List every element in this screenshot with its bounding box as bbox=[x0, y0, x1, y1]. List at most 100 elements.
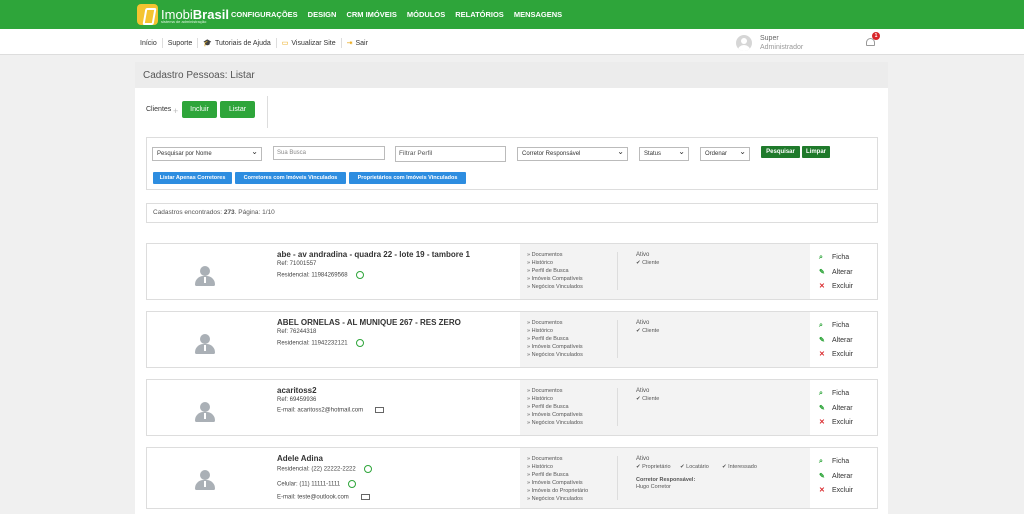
notification-badge: 1 bbox=[872, 32, 880, 40]
tag-cliente: Cliente bbox=[636, 260, 659, 266]
link-historico[interactable]: Histórico bbox=[527, 396, 553, 402]
link-inicio[interactable]: Início bbox=[140, 40, 157, 47]
excluir-button[interactable]: ✕ Excluir bbox=[819, 486, 853, 494]
link-historico[interactable]: Histórico bbox=[527, 260, 553, 266]
person-card: Adele Adina Residencial: (22) 22222-2222… bbox=[146, 447, 878, 509]
link-imoveis-compativeis[interactable]: Imóveis Compatíveis bbox=[527, 480, 583, 486]
status-select[interactable]: Status bbox=[639, 147, 689, 161]
pesquisar-button[interactable]: Pesquisar bbox=[761, 146, 800, 158]
link-documentos[interactable]: Documentos bbox=[527, 388, 563, 394]
link-documentos[interactable]: Documentos bbox=[527, 456, 563, 462]
whatsapp-icon[interactable] bbox=[348, 480, 357, 488]
person-links: Documentos Histórico Perfil de Busca Imó… bbox=[520, 244, 810, 299]
menu-design[interactable]: DESIGN bbox=[308, 10, 337, 19]
incluir-button[interactable]: Incluir bbox=[182, 101, 217, 118]
filter-owners-with-properties-button[interactable]: Proprietários com Imóveis Vinculados bbox=[349, 172, 466, 184]
filter-brokers-button[interactable]: Listar Apenas Corretores bbox=[153, 172, 232, 184]
menu-mensagens[interactable]: MENSAGENS bbox=[514, 10, 562, 19]
link-perfil-busca[interactable]: Perfil de Busca bbox=[527, 472, 569, 478]
mail-icon[interactable] bbox=[375, 407, 385, 413]
link-perfil-busca[interactable]: Perfil de Busca bbox=[527, 336, 569, 342]
menu-crm-imoveis[interactable]: CRM IMÓVEIS bbox=[346, 10, 396, 19]
alterar-button[interactable]: ✎ Alterar bbox=[819, 336, 853, 344]
link-imoveis-compativeis[interactable]: Imóveis Compatíveis bbox=[527, 344, 583, 350]
link-imoveis-proprietario[interactable]: Imóveis do Proprietário bbox=[527, 488, 589, 494]
person-phone: Residencial: (22) 22222-2222 bbox=[277, 465, 372, 473]
menu-relatorios[interactable]: RELATÓRIOS bbox=[455, 10, 504, 19]
link-imoveis-compativeis[interactable]: Imóveis Compatíveis bbox=[527, 412, 583, 418]
tag-cliente: Cliente bbox=[636, 396, 659, 402]
whatsapp-icon[interactable] bbox=[355, 339, 364, 347]
person-avatar-icon bbox=[195, 266, 215, 286]
secondary-navbar: Início Suporte 🎓 Tutoriais de Ajuda ▭ Visu… bbox=[0, 29, 1024, 55]
link-negocios-vinculados[interactable]: Negócios Vinculados bbox=[527, 420, 583, 426]
secondary-menu: Início Suporte 🎓 Tutoriais de Ajuda ▭ Visu… bbox=[140, 38, 368, 48]
tag-proprietario: Proprietário bbox=[636, 464, 670, 470]
order-select[interactable]: Ordenar bbox=[700, 147, 750, 161]
divider bbox=[197, 38, 199, 48]
excluir-label: Excluir bbox=[832, 351, 854, 358]
main-menu: CONFIGURAÇÕES DESIGN CRM IMÓVEIS MÓDULOS… bbox=[231, 10, 562, 19]
divider bbox=[617, 388, 618, 426]
excluir-button[interactable]: ✕ Excluir bbox=[819, 282, 853, 290]
brand-logo[interactable]: ImobiBrasil sistema de administração bbox=[137, 4, 229, 25]
link-sair-label: Sair bbox=[355, 39, 368, 47]
alterar-label: Alterar bbox=[832, 337, 853, 344]
alterar-button[interactable]: ✎ Alterar bbox=[819, 404, 853, 412]
broker-select[interactable]: Corretor Responsável bbox=[517, 147, 628, 161]
filter-brokers-with-properties-button[interactable]: Corretores com Imóveis Vinculados bbox=[235, 172, 346, 184]
link-negocios-vinculados[interactable]: Negócios Vinculados bbox=[527, 496, 583, 502]
results-prefix: Cadastros encontrados: bbox=[153, 209, 223, 216]
person-name[interactable]: ABEL ORNELAS - AL MUNIQUE 267 - RES ZERO bbox=[277, 318, 461, 327]
user-name: Super bbox=[760, 35, 779, 42]
close-icon: ✕ bbox=[819, 487, 825, 494]
menu-modulos[interactable]: MÓDULOS bbox=[407, 10, 445, 19]
search-icon: ⌕ bbox=[819, 254, 823, 261]
edit-icon: ✎ bbox=[819, 473, 825, 480]
ficha-button[interactable]: ⌕ Ficha bbox=[819, 322, 849, 330]
tag-locatario: Locatário bbox=[680, 464, 709, 470]
link-perfil-busca[interactable]: Perfil de Busca bbox=[527, 404, 569, 410]
divider bbox=[617, 320, 618, 358]
mail-icon[interactable] bbox=[360, 494, 370, 500]
whatsapp-icon[interactable] bbox=[363, 465, 372, 473]
person-links: Documentos Histórico Perfil de Busca Imó… bbox=[520, 380, 810, 435]
link-negocios-vinculados[interactable]: Negócios Vinculados bbox=[527, 284, 583, 290]
user-menu[interactable]: Super Administrador bbox=[736, 34, 803, 52]
listar-button[interactable]: Listar bbox=[220, 101, 255, 118]
link-sair[interactable]: ⇥ Sair bbox=[347, 39, 368, 48]
plus-icon: + bbox=[173, 106, 179, 116]
ficha-label: Ficha bbox=[832, 390, 850, 397]
ficha-button[interactable]: ⌕ Ficha bbox=[819, 458, 849, 466]
profile-filter-input[interactable]: Filtrar Perfil bbox=[395, 146, 506, 162]
search-input[interactable]: Sua Busca bbox=[273, 146, 385, 160]
ficha-label: Ficha bbox=[832, 322, 850, 329]
link-documentos[interactable]: Documentos bbox=[527, 252, 563, 258]
person-name[interactable]: acaritoss2 bbox=[277, 386, 317, 395]
link-negocios-vinculados[interactable]: Negócios Vinculados bbox=[527, 352, 583, 358]
link-visualizar-site[interactable]: ▭ Visualizar Site bbox=[282, 39, 336, 48]
menu-configuracoes[interactable]: CONFIGURAÇÕES bbox=[231, 10, 298, 19]
limpar-button[interactable]: Limpar bbox=[802, 146, 830, 158]
alterar-button[interactable]: ✎ Alterar bbox=[819, 472, 853, 480]
link-historico[interactable]: Histórico bbox=[527, 328, 553, 334]
person-name[interactable]: Adele Adina bbox=[277, 454, 323, 463]
avatar bbox=[736, 35, 752, 51]
link-perfil-busca[interactable]: Perfil de Busca bbox=[527, 268, 569, 274]
link-tutoriais-label: Tutoriais de Ajuda bbox=[214, 39, 271, 47]
search-by-select[interactable]: Pesquisar por Nome bbox=[152, 147, 262, 161]
whatsapp-icon[interactable] bbox=[355, 271, 364, 279]
link-imoveis-compativeis[interactable]: Imóveis Compatíveis bbox=[527, 276, 583, 282]
link-tutoriais[interactable]: 🎓 Tutoriais de Ajuda bbox=[203, 39, 271, 48]
excluir-button[interactable]: ✕ Excluir bbox=[819, 350, 853, 358]
top-navbar: ImobiBrasil sistema de administração CON… bbox=[0, 0, 1024, 29]
notifications-button[interactable]: 1 bbox=[864, 32, 880, 48]
ficha-button[interactable]: ⌕ Ficha bbox=[819, 390, 849, 398]
excluir-button[interactable]: ✕ Excluir bbox=[819, 418, 853, 426]
link-historico[interactable]: Histórico bbox=[527, 464, 553, 470]
link-suporte[interactable]: Suporte bbox=[168, 40, 193, 47]
person-name[interactable]: abe - av andradina - quadra 22 - lote 19… bbox=[277, 250, 470, 259]
alterar-button[interactable]: ✎ Alterar bbox=[819, 268, 853, 276]
ficha-button[interactable]: ⌕ Ficha bbox=[819, 254, 849, 262]
link-documentos[interactable]: Documentos bbox=[527, 320, 563, 326]
